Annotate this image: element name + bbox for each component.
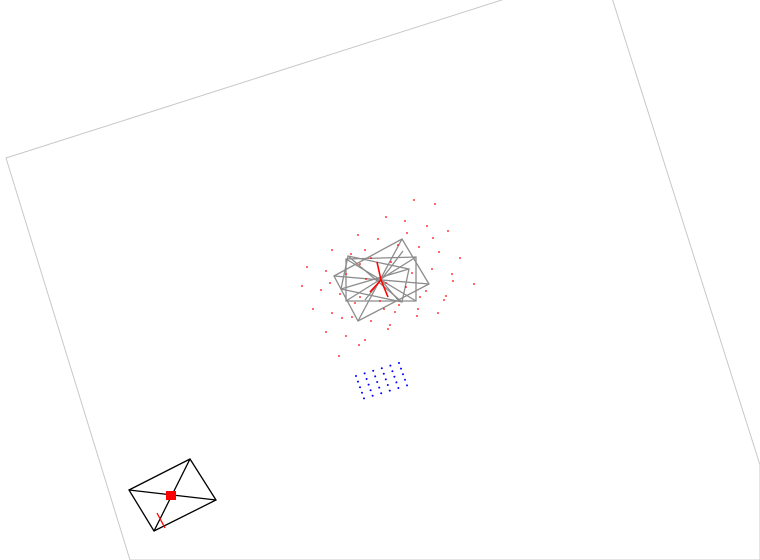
blue-point-grid: [355, 362, 408, 400]
blue-grid-point: [369, 389, 372, 392]
red-point: [394, 311, 396, 313]
blue-grid-point: [371, 394, 374, 397]
blue-grid-point: [404, 378, 406, 381]
red-point: [404, 220, 406, 222]
red-point: [358, 344, 360, 346]
blue-grid-point: [398, 362, 400, 364]
red-point: [379, 300, 381, 302]
red-point: [312, 308, 314, 310]
red-point: [364, 339, 366, 341]
diagram-canvas: [0, 0, 760, 560]
red-point: [418, 246, 420, 248]
blue-grid-point: [365, 378, 368, 380]
thumbnail-diagram: [128, 458, 217, 532]
red-point-scatter: [301, 199, 475, 357]
blue-grid-point: [380, 392, 383, 395]
blue-grid-point: [397, 387, 400, 389]
red-point: [459, 257, 461, 259]
red-point: [445, 295, 447, 297]
blue-grid-point: [386, 384, 389, 386]
blue-grid-point: [363, 372, 366, 375]
blue-grid-point: [400, 367, 402, 370]
red-point: [434, 203, 436, 205]
red-point: [345, 273, 347, 275]
blue-grid-point: [357, 380, 359, 383]
red-point: [365, 278, 367, 280]
red-point: [431, 268, 433, 270]
red-point: [417, 308, 419, 310]
red-point: [329, 282, 331, 284]
red-point: [390, 261, 392, 263]
diagram-svg: [5, 0, 760, 560]
red-point: [452, 280, 454, 282]
red-point: [437, 312, 439, 314]
red-point: [385, 216, 387, 218]
red-point: [426, 225, 428, 227]
overlay-center-spoke-2: [380, 279, 399, 301]
red-point: [359, 296, 361, 298]
blue-grid-point: [389, 364, 392, 367]
red-point: [341, 317, 343, 319]
red-point: [357, 234, 359, 236]
red-point: [405, 286, 407, 288]
red-point: [411, 272, 413, 274]
blue-grid-point: [406, 384, 408, 387]
red-point: [325, 270, 327, 272]
red-point: [351, 316, 353, 318]
blue-grid-point: [380, 367, 383, 370]
red-point: [325, 331, 327, 333]
blue-grid-point: [363, 397, 365, 400]
red-point: [406, 232, 408, 234]
thumbnail-marker: [166, 491, 176, 500]
red-point: [416, 315, 418, 317]
thumbnail-indicator-line: [156, 512, 166, 529]
red-point: [413, 199, 415, 201]
blue-grid-point: [391, 370, 394, 373]
red-point: [425, 290, 427, 292]
blue-grid-point: [372, 369, 375, 372]
red-point: [345, 335, 347, 337]
red-point: [438, 251, 440, 253]
overlay-center-spoke-3: [380, 250, 404, 281]
blue-grid-point: [382, 372, 385, 375]
red-point: [354, 302, 356, 304]
blue-grid-point: [374, 375, 377, 378]
red-point: [387, 328, 389, 330]
red-point: [419, 296, 421, 298]
red-point: [359, 263, 361, 265]
red-point: [447, 230, 449, 232]
red-point: [397, 244, 399, 246]
blue-grid-point: [361, 391, 363, 394]
red-point: [331, 249, 333, 251]
red-point: [443, 299, 445, 301]
red-point: [377, 238, 379, 240]
red-point: [320, 289, 322, 291]
blue-grid-point: [378, 386, 381, 389]
blue-grid-point: [388, 389, 391, 392]
blue-grid-point: [355, 375, 357, 377]
red-point: [451, 273, 453, 275]
red-point: [350, 253, 352, 255]
blue-grid-point: [402, 373, 404, 376]
blue-grid-point: [393, 375, 396, 378]
blue-grid-point: [367, 383, 370, 386]
red-point: [389, 324, 391, 326]
blue-grid-point: [395, 381, 398, 384]
red-point: [338, 355, 340, 357]
red-point: [364, 249, 366, 251]
blue-grid-point: [376, 381, 379, 383]
red-point: [370, 320, 372, 322]
red-point: [370, 257, 372, 259]
blue-grid-point: [359, 386, 361, 389]
red-point: [339, 293, 341, 295]
red-point: [301, 285, 303, 287]
red-point: [432, 237, 434, 239]
red-point: [331, 312, 333, 314]
red-point: [398, 304, 400, 306]
red-point: [306, 266, 308, 268]
red-point: [383, 308, 385, 310]
blue-grid-point: [384, 378, 387, 381]
red-point: [473, 283, 475, 285]
red-point: [385, 282, 387, 284]
